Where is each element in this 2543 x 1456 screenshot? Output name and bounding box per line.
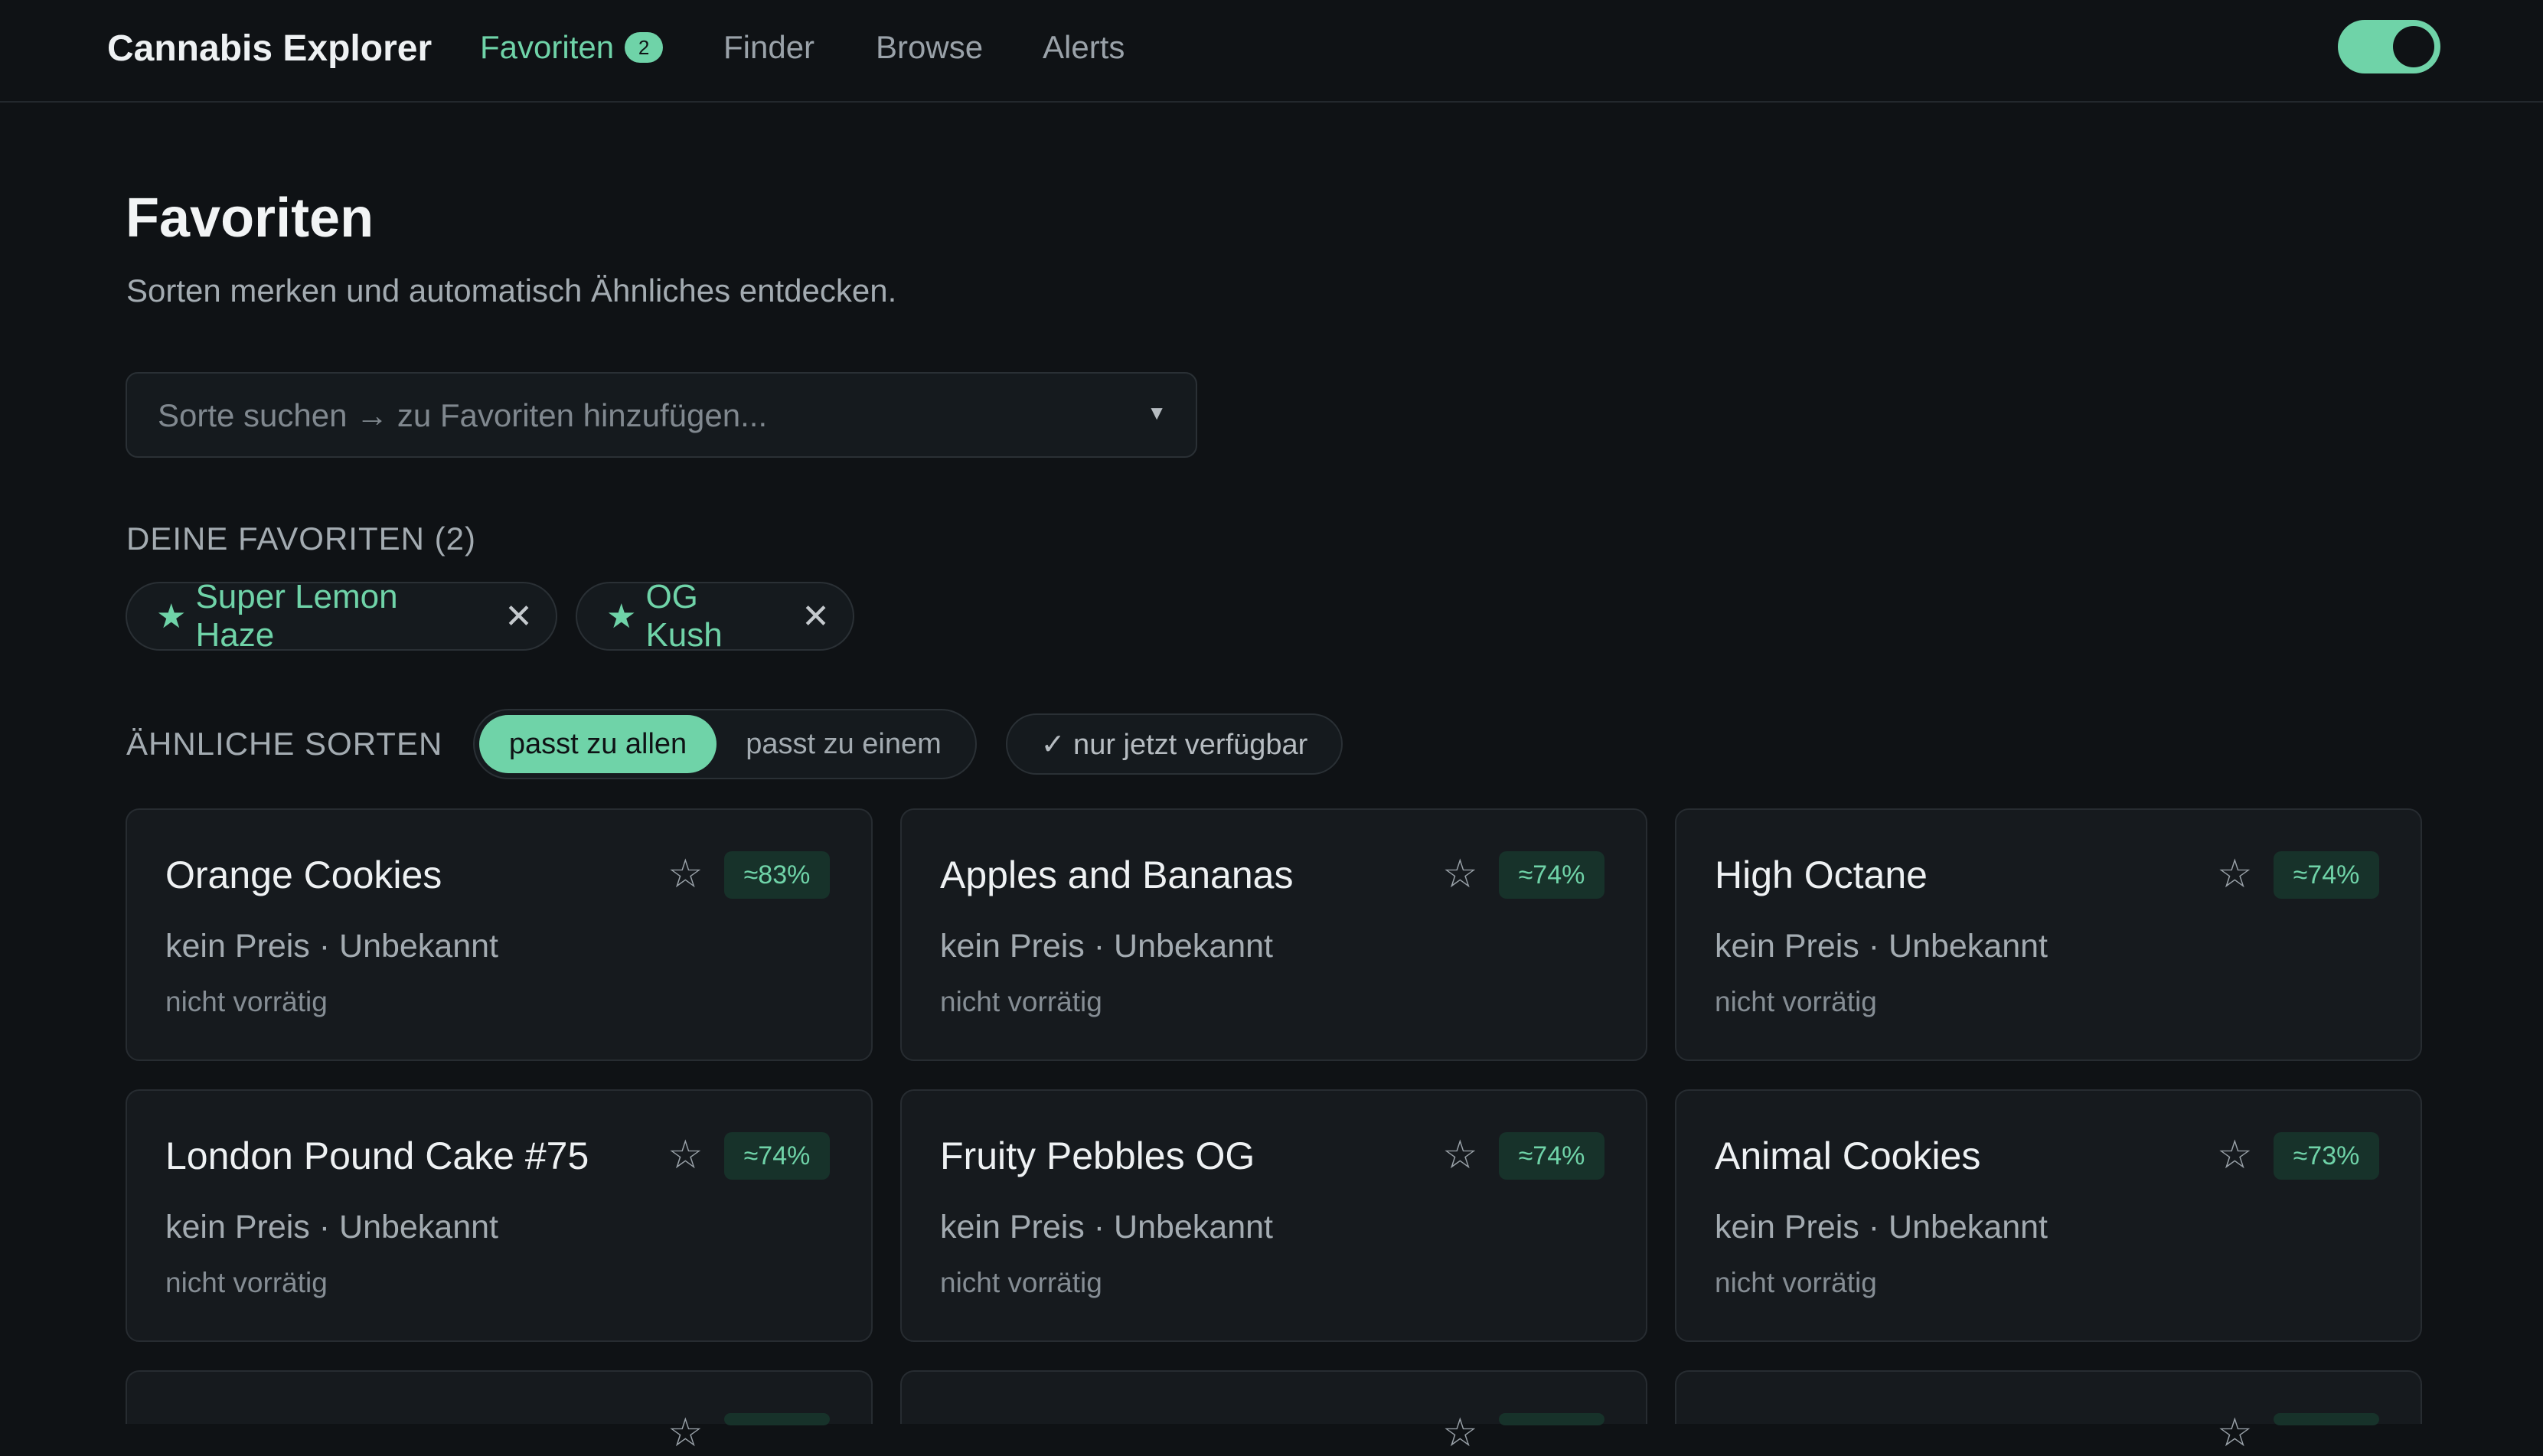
star-outline-icon[interactable]: ☆	[2217, 851, 2253, 897]
star-outline-icon[interactable]: ☆	[668, 1132, 703, 1178]
match-badge: ≈74%	[1499, 851, 1604, 899]
star-outline-icon[interactable]: ☆	[1442, 851, 1478, 897]
star-outline-icon[interactable]: ☆	[668, 1410, 703, 1456]
strain-card-partial[interactable]: ☆	[900, 1370, 1647, 1455]
page-subtitle: Sorten merken und automatisch Ähnliches …	[126, 273, 897, 309]
stock-status: nicht vorrätig	[940, 986, 1102, 1017]
strain-meta: kein Preis · Unbekannt	[1715, 928, 2048, 965]
stock-status: nicht vorrätig	[165, 986, 328, 1017]
favorite-chip-label: OG Kush	[645, 578, 723, 654]
star-outline-icon[interactable]: ☆	[668, 851, 703, 897]
favorites-count-badge: 2	[625, 31, 664, 63]
match-all-button[interactable]: passt zu allen	[479, 715, 717, 773]
match-badge: ≈74%	[1499, 1132, 1604, 1180]
strain-card[interactable]: Animal Cookies ☆ ≈73% kein Preis · Unbek…	[1675, 1089, 2422, 1342]
strain-meta: kein Preis · Unbekannt	[940, 1209, 1273, 1245]
star-filled-icon: ★	[156, 597, 187, 635]
strain-meta: kein Preis · Unbekannt	[1715, 1209, 2048, 1245]
strain-card-partial[interactable]: ☆	[126, 1370, 873, 1455]
nav-link-browse[interactable]: Browse	[876, 29, 983, 66]
nav-link-finder[interactable]: Finder	[723, 29, 814, 66]
strain-name: High Octane	[1715, 854, 1928, 896]
stock-status: nicht vorrätig	[165, 1267, 328, 1298]
strain-name: London Pound Cake #75	[165, 1134, 589, 1177]
strain-card-partial[interactable]: ☆	[1675, 1370, 2422, 1455]
match-badge: ≈74%	[724, 1132, 830, 1180]
strain-search-select[interactable]: ▼	[126, 372, 1197, 458]
star-filled-icon: ★	[606, 597, 637, 635]
star-outline-icon[interactable]: ☆	[2217, 1410, 2253, 1456]
page-title: Favoriten	[126, 188, 374, 249]
strain-meta: kein Preis · Unbekannt	[940, 928, 1273, 965]
match-mode-segmented-control: passt zu allen passt zu einem	[473, 709, 977, 779]
strain-name: Fruity Pebbles OG	[940, 1134, 1255, 1177]
top-navbar: Cannabis Explorer Favoriten 2 Finder Brow…	[0, 0, 2543, 103]
toggle-knob	[2393, 26, 2434, 67]
nav-link-label: Favoriten	[480, 29, 615, 65]
app-brand[interactable]: Cannabis Explorer	[107, 28, 432, 70]
star-outline-icon[interactable]: ☆	[1442, 1132, 1478, 1178]
match-badge: ≈83%	[724, 851, 830, 899]
star-outline-icon[interactable]: ☆	[1442, 1410, 1478, 1456]
strain-card[interactable]: London Pound Cake #75 ☆ ≈74% kein Preis …	[126, 1089, 873, 1342]
strain-meta: kein Preis · Unbekannt	[165, 928, 498, 965]
nav-link-alerts[interactable]: Alerts	[1043, 29, 1125, 66]
stock-status: nicht vorrätig	[1715, 986, 1877, 1017]
favorite-chip[interactable]: ★ OG Kush ✕	[576, 578, 854, 654]
strain-card[interactable]: Fruity Pebbles OG ☆ ≈74% kein Preis · Un…	[900, 1089, 1647, 1342]
favorite-chip-label: Super Lemon Haze	[195, 578, 398, 654]
stock-status: nicht vorrätig	[940, 1267, 1102, 1298]
strain-card[interactable]: Apples and Bananas ☆ ≈74% kein Preis · U…	[900, 808, 1647, 1061]
match-one-button[interactable]: passt zu einem	[726, 715, 961, 773]
match-badge: ≈74%	[2274, 851, 2379, 899]
strain-search-input[interactable]	[156, 374, 1124, 458]
nav-link-favoriten[interactable]: Favoriten 2	[480, 29, 664, 66]
strain-name: Apples and Bananas	[940, 854, 1294, 896]
favorites-section-label: DEINE FAVORITEN (2)	[126, 521, 476, 557]
theme-toggle[interactable]	[2338, 20, 2440, 73]
favorite-chip[interactable]: ★ Super Lemon Haze ✕	[126, 578, 557, 654]
strain-name: Orange Cookies	[165, 854, 442, 896]
strain-name: Animal Cookies	[1715, 1134, 1981, 1177]
remove-favorite-icon[interactable]: ✕	[801, 597, 830, 636]
remove-favorite-icon[interactable]: ✕	[504, 597, 533, 636]
available-now-filter-button[interactable]: ✓ nur jetzt verfügbar	[1006, 713, 1343, 775]
star-outline-icon[interactable]: ☆	[2217, 1132, 2253, 1178]
strain-meta: kein Preis · Unbekannt	[165, 1209, 498, 1245]
strain-card[interactable]: High Octane ☆ ≈74% kein Preis · Unbekann…	[1675, 808, 2422, 1061]
strain-card[interactable]: Orange Cookies ☆ ≈83% kein Preis · Unbek…	[126, 808, 873, 1061]
similar-section-label: ÄHNLICHE SORTEN	[126, 726, 443, 762]
caret-down-icon[interactable]: ▼	[1147, 401, 1167, 425]
stock-status: nicht vorrätig	[1715, 1267, 1877, 1298]
match-badge: ≈73%	[2274, 1132, 2379, 1180]
